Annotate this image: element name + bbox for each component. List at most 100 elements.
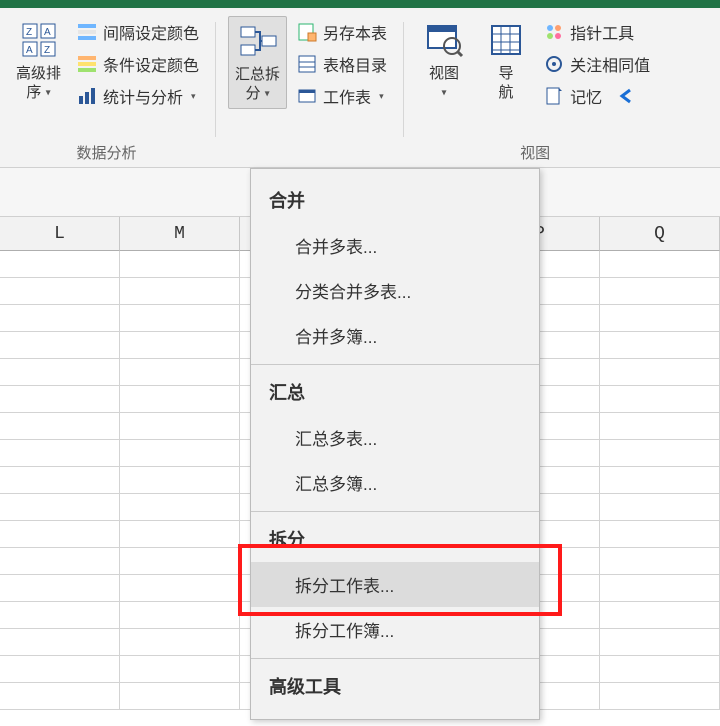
pointer-tool-label: 指针工具: [570, 20, 634, 44]
grid-cell[interactable]: [600, 251, 720, 278]
memory-icon: [544, 86, 564, 106]
table-toc-button[interactable]: 表格目录: [293, 50, 391, 78]
view-button[interactable]: 视图 ▾: [416, 16, 472, 107]
grid-cell[interactable]: [120, 602, 240, 629]
grid-cell[interactable]: [600, 629, 720, 656]
nav-button[interactable]: 导 航: [478, 16, 534, 106]
nav-icon: [486, 20, 526, 60]
grid-cell[interactable]: [0, 251, 120, 278]
grid-cell[interactable]: [120, 656, 240, 683]
group-label-data-analysis: 数据分析: [77, 138, 137, 165]
svg-text:Z: Z: [26, 27, 32, 38]
grid-cell[interactable]: [0, 386, 120, 413]
column-header[interactable]: Q: [600, 217, 720, 251]
grid-cell[interactable]: [0, 521, 120, 548]
group-label-view: 视图: [520, 138, 550, 165]
grid-cell[interactable]: [120, 278, 240, 305]
stats-icon: [77, 86, 97, 106]
grid-cell[interactable]: [600, 332, 720, 359]
memory-button[interactable]: 记忆: [540, 82, 654, 110]
summary-split-button[interactable]: 汇总拆 分 ▾: [228, 16, 287, 109]
interval-color-button[interactable]: 间隔设定颜色: [73, 18, 203, 46]
back-arrow-icon[interactable]: [616, 86, 636, 106]
grid-cell[interactable]: [120, 440, 240, 467]
grid-cell[interactable]: [120, 521, 240, 548]
grid-cell[interactable]: [120, 386, 240, 413]
grid-cell[interactable]: [600, 656, 720, 683]
dropdown-item[interactable]: 汇总多表...: [251, 415, 539, 460]
grid-cell[interactable]: [600, 440, 720, 467]
follow-same-button[interactable]: 关注相同值: [540, 50, 654, 78]
grid-cell[interactable]: [600, 575, 720, 602]
nav-button-label: 导 航: [499, 64, 514, 102]
grid-cell[interactable]: [120, 629, 240, 656]
grid-cell[interactable]: [0, 494, 120, 521]
ribbon-separator: [215, 22, 216, 137]
grid-cell[interactable]: [120, 494, 240, 521]
dropdown-item[interactable]: 分类合并多表...: [251, 268, 539, 313]
grid-cell[interactable]: [600, 548, 720, 575]
column-header[interactable]: L: [0, 217, 120, 251]
grid-cell[interactable]: [120, 575, 240, 602]
worksheet-button[interactable]: 工作表 ▾: [293, 82, 391, 110]
grid-cell[interactable]: [0, 332, 120, 359]
grid-cell[interactable]: [0, 278, 120, 305]
grid-cell[interactable]: [0, 683, 120, 710]
save-as-button[interactable]: 另存本表: [293, 18, 391, 46]
grid-cell[interactable]: [600, 305, 720, 332]
svg-text:A: A: [26, 45, 33, 56]
dropdown-section-title: 合并: [251, 179, 539, 223]
grid-cell[interactable]: [0, 548, 120, 575]
summary-split-label: 汇总拆 分 ▾: [235, 65, 280, 104]
grid-cell[interactable]: [600, 494, 720, 521]
dropdown-item[interactable]: 合并多簿...: [251, 313, 539, 358]
grid-cell[interactable]: [0, 656, 120, 683]
dropdown-item[interactable]: 汇总多簿...: [251, 460, 539, 505]
grid-cell[interactable]: [0, 575, 120, 602]
view-button-label: 视图 ▾: [429, 64, 459, 103]
grid-cell[interactable]: [0, 602, 120, 629]
svg-text:A: A: [44, 27, 51, 38]
caret-icon: ▾: [379, 91, 384, 102]
cond-color-button[interactable]: 条件设定颜色: [73, 50, 203, 78]
grid-cell[interactable]: [600, 359, 720, 386]
table-toc-icon: [297, 54, 317, 74]
grid-cell[interactable]: [120, 467, 240, 494]
table-toc-label: 表格目录: [323, 52, 387, 76]
dropdown-item[interactable]: 拆分工作簿...: [251, 607, 539, 652]
dropdown-section-title: 拆分: [251, 518, 539, 562]
grid-cell[interactable]: [120, 359, 240, 386]
dropdown-divider: [251, 364, 539, 365]
pointer-tool-button[interactable]: 指针工具: [540, 18, 654, 46]
grid-cell[interactable]: [600, 602, 720, 629]
grid-cell[interactable]: [120, 305, 240, 332]
cond-color-icon: [77, 54, 97, 74]
grid-cell[interactable]: [0, 440, 120, 467]
dropdown-divider: [251, 511, 539, 512]
dropdown-item[interactable]: 合并多表...: [251, 223, 539, 268]
grid-cell[interactable]: [600, 386, 720, 413]
column-header[interactable]: M: [120, 217, 240, 251]
stats-button[interactable]: 统计与分析 ▾: [73, 82, 203, 110]
grid-cell[interactable]: [120, 332, 240, 359]
sort-button[interactable]: ZAAZ 高级排 序 ▾: [10, 16, 67, 107]
grid-cell[interactable]: [0, 413, 120, 440]
grid-cell[interactable]: [600, 413, 720, 440]
grid-cell[interactable]: [600, 467, 720, 494]
grid-cell[interactable]: [120, 683, 240, 710]
grid-cell[interactable]: [0, 629, 120, 656]
grid-cell[interactable]: [600, 278, 720, 305]
grid-cell[interactable]: [600, 521, 720, 548]
grid-cell[interactable]: [120, 251, 240, 278]
worksheet-label: 工作表: [323, 84, 371, 108]
ribbon-group-view: 视图 ▾ 导 航 指针工具: [410, 14, 660, 167]
grid-cell[interactable]: [600, 683, 720, 710]
dropdown-item[interactable]: 拆分工作表...: [251, 562, 539, 607]
grid-cell[interactable]: [0, 305, 120, 332]
grid-cell[interactable]: [120, 548, 240, 575]
caret-icon: ▾: [191, 91, 196, 102]
grid-cell[interactable]: [0, 359, 120, 386]
grid-cell[interactable]: [0, 467, 120, 494]
grid-cell[interactable]: [120, 413, 240, 440]
interval-color-icon: [77, 22, 97, 42]
